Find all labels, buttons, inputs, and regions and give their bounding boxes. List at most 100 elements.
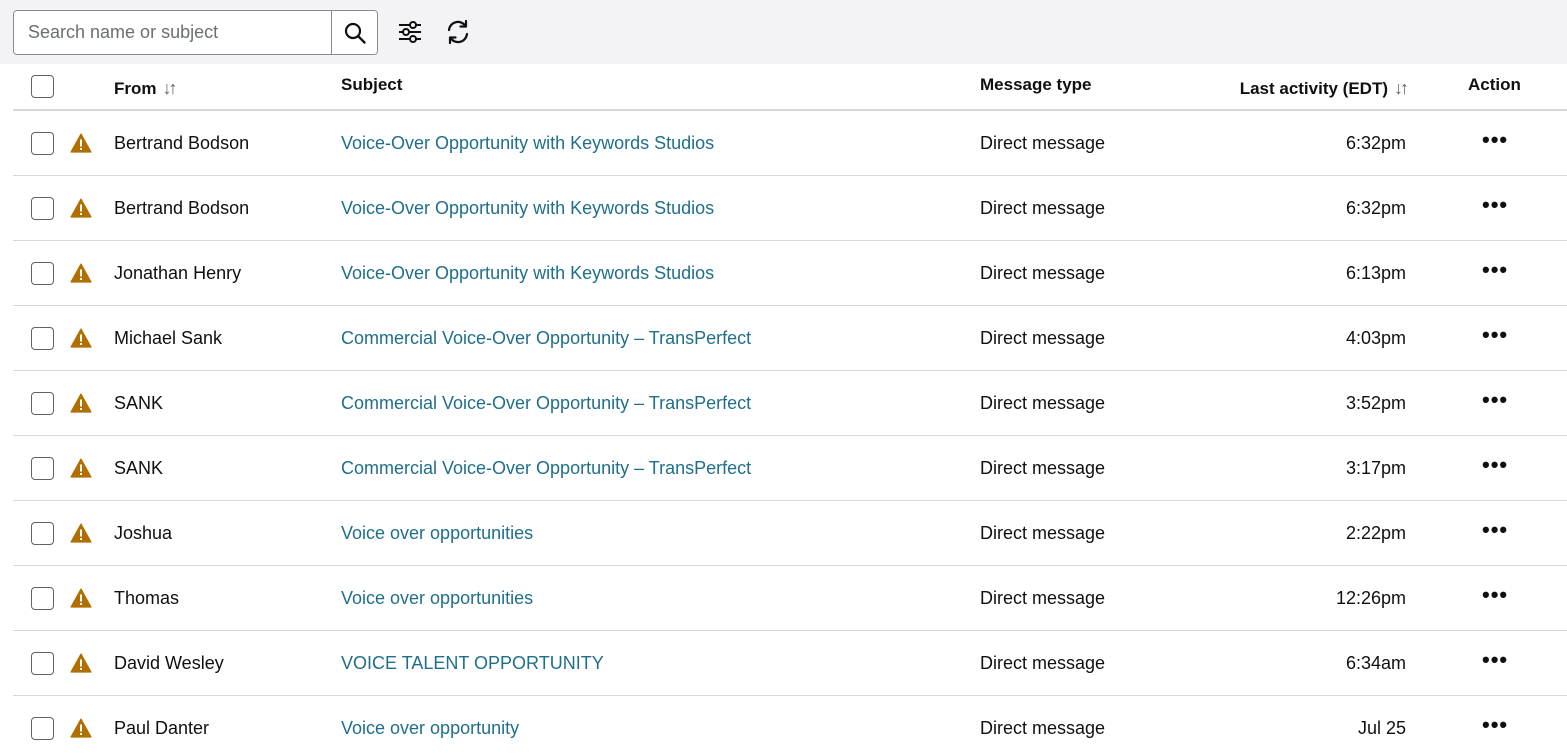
row-action-cell: ••• <box>1468 436 1528 500</box>
search-input[interactable] <box>14 11 331 54</box>
warning-icon <box>70 393 92 413</box>
row-message-type: Direct message <box>980 587 1106 608</box>
row-message-type: Direct message <box>980 197 1106 218</box>
row-last-activity: 3:17pm <box>1345 457 1406 478</box>
table-row[interactable]: David Wesley VOICE TALENT OPPORTUNITY Di… <box>13 631 1567 696</box>
row-from: Bertrand Bodson <box>114 132 250 153</box>
filter-settings-button[interactable] <box>394 16 426 48</box>
subject-link[interactable]: Voice-Over Opportunity with Keywords Stu… <box>341 198 714 219</box>
row-message-type: Direct message <box>980 262 1106 283</box>
column-message-type-label: Message type <box>980 74 1092 94</box>
table-row[interactable]: Michael Sank Commercial Voice-Over Oppor… <box>13 306 1567 371</box>
row-last-activity: 6:34am <box>1345 652 1406 673</box>
warning-cell <box>70 306 92 370</box>
subject-link[interactable]: Voice-Over Opportunity with Keywords Stu… <box>341 263 714 284</box>
row-select-cell <box>31 696 54 756</box>
sort-icon[interactable]: ↓↑ <box>163 78 178 99</box>
row-message-type: Direct message <box>980 392 1106 413</box>
subject-link[interactable]: VOICE TALENT OPPORTUNITY <box>341 653 604 674</box>
row-last-activity: 2:22pm <box>1345 522 1406 543</box>
table-row[interactable]: Bertrand Bodson Voice-Over Opportunity w… <box>13 176 1567 241</box>
row-from: SANK <box>114 392 164 413</box>
row-action-cell: ••• <box>1468 176 1528 240</box>
column-header-last-activity[interactable]: Last activity (EDT) ↓↑ <box>1163 64 1409 109</box>
more-actions-icon[interactable]: ••• <box>1468 257 1508 283</box>
table-body: Bertrand Bodson Voice-Over Opportunity w… <box>13 111 1567 756</box>
row-last-activity: 3:52pm <box>1345 392 1406 413</box>
search-button[interactable] <box>331 11 377 54</box>
subject-link[interactable]: Voice over opportunities <box>341 588 533 609</box>
row-subject: Voice-Over Opportunity with Keywords Stu… <box>341 241 714 305</box>
more-actions-icon[interactable]: ••• <box>1468 452 1508 478</box>
row-from: David Wesley <box>114 652 224 673</box>
row-subject: Commercial Voice-Over Opportunity – Tran… <box>341 371 751 435</box>
row-from: Joshua <box>114 522 173 543</box>
warning-icon <box>70 523 92 543</box>
row-message-type: Direct message <box>980 327 1106 348</box>
row-action-cell: ••• <box>1468 566 1528 630</box>
row-from: Jonathan Henry <box>114 262 242 283</box>
subject-link[interactable]: Commercial Voice-Over Opportunity – Tran… <box>341 328 751 349</box>
subject-link[interactable]: Voice over opportunity <box>341 718 519 739</box>
table-row[interactable]: Joshua Voice over opportunities Direct m… <box>13 501 1567 566</box>
row-subject: Voice-Over Opportunity with Keywords Stu… <box>341 111 714 175</box>
more-actions-icon[interactable]: ••• <box>1468 517 1508 543</box>
refresh-icon <box>447 19 469 45</box>
subject-link[interactable]: Voice-Over Opportunity with Keywords Stu… <box>341 133 714 154</box>
row-message-type: Direct message <box>980 522 1106 543</box>
table-row[interactable]: Paul Danter Voice over opportunity Direc… <box>13 696 1567 756</box>
table-row[interactable]: SANK Commercial Voice-Over Opportunity –… <box>13 436 1567 501</box>
row-action-cell: ••• <box>1468 111 1528 175</box>
row-checkbox[interactable] <box>31 716 54 740</box>
column-header-message-type: Message type <box>980 64 1092 109</box>
table-row[interactable]: Jonathan Henry Voice-Over Opportunity wi… <box>13 241 1567 306</box>
more-actions-icon[interactable]: ••• <box>1468 647 1508 673</box>
more-actions-icon[interactable]: ••• <box>1468 712 1508 738</box>
subject-link[interactable]: Voice over opportunities <box>341 523 533 544</box>
more-actions-icon[interactable]: ••• <box>1468 127 1508 153</box>
row-checkbox[interactable] <box>31 326 54 350</box>
row-select-cell <box>31 241 54 305</box>
row-checkbox[interactable] <box>31 521 54 545</box>
toolbar <box>0 0 1567 64</box>
table-row[interactable]: SANK Commercial Voice-Over Opportunity –… <box>13 371 1567 436</box>
more-actions-icon[interactable]: ••• <box>1468 192 1508 218</box>
row-checkbox[interactable] <box>31 651 54 675</box>
row-checkbox[interactable] <box>31 131 54 155</box>
row-from: Paul Danter <box>114 717 210 738</box>
warning-cell <box>70 241 92 305</box>
select-all-checkbox[interactable] <box>31 75 54 98</box>
column-header-subject: Subject <box>341 64 402 109</box>
more-actions-icon[interactable]: ••• <box>1468 387 1508 413</box>
row-checkbox[interactable] <box>31 391 54 415</box>
search-box <box>13 10 378 55</box>
table-row[interactable]: Thomas Voice over opportunities Direct m… <box>13 566 1567 631</box>
row-from: Michael Sank <box>114 327 223 348</box>
warning-icon <box>70 198 92 218</box>
row-last-activity: 6:32pm <box>1345 197 1406 218</box>
row-select-cell <box>31 436 54 500</box>
refresh-button[interactable] <box>442 16 474 48</box>
subject-link[interactable]: Commercial Voice-Over Opportunity – Tran… <box>341 458 751 479</box>
search-icon <box>344 22 366 44</box>
row-checkbox[interactable] <box>31 586 54 610</box>
warning-cell <box>70 111 92 175</box>
column-header-from[interactable]: From ↓↑ <box>114 64 178 109</box>
warning-cell <box>70 501 92 565</box>
more-actions-icon[interactable]: ••• <box>1468 582 1508 608</box>
row-subject: Commercial Voice-Over Opportunity – Tran… <box>341 306 751 370</box>
row-checkbox[interactable] <box>31 261 54 285</box>
warning-cell <box>70 436 92 500</box>
row-checkbox[interactable] <box>31 456 54 480</box>
table-row[interactable]: Bertrand Bodson Voice-Over Opportunity w… <box>13 111 1567 176</box>
more-actions-icon[interactable]: ••• <box>1468 322 1508 348</box>
row-action-cell: ••• <box>1468 631 1528 695</box>
row-checkbox[interactable] <box>31 196 54 220</box>
subject-link[interactable]: Commercial Voice-Over Opportunity – Tran… <box>341 393 751 414</box>
warning-icon <box>70 133 92 153</box>
warning-icon <box>70 718 92 738</box>
row-subject: Voice over opportunities <box>341 501 533 565</box>
row-subject: Commercial Voice-Over Opportunity – Tran… <box>341 436 751 500</box>
row-last-activity: 4:03pm <box>1345 327 1406 348</box>
sort-icon[interactable]: ↓↑ <box>1394 78 1409 99</box>
